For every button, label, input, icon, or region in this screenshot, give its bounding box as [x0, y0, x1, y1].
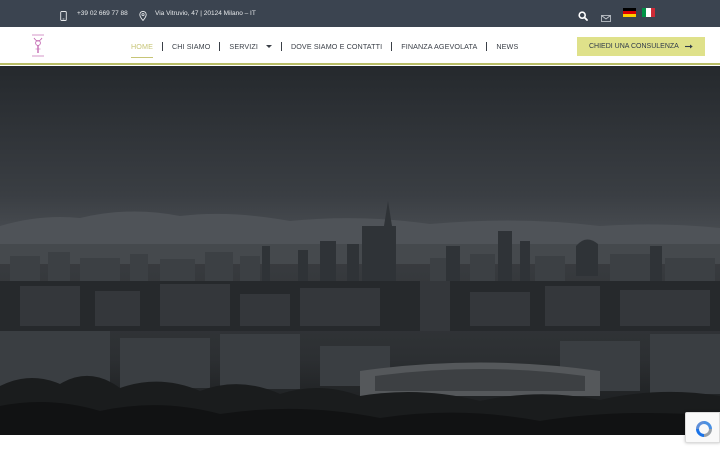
nav-servizi-label: SERVIZI [229, 41, 258, 51]
address-link[interactable]: Via Vitruvio, 47 | 20124 Milano – IT [155, 0, 256, 27]
nav-separator [486, 41, 488, 51]
top-bar: +39 02 669 77 88 Via Vitruvio, 47 | 2012… [0, 0, 720, 27]
phone-link[interactable]: +39 02 669 77 88 [77, 0, 128, 27]
main-header: HOME CHI SIAMO SERVIZI DOVE SIAMO E CONT… [0, 27, 720, 65]
milan-skyline-image [0, 66, 720, 435]
location-pin-icon [139, 8, 147, 26]
phone-icon [60, 8, 67, 26]
nav-news[interactable]: NEWS [496, 42, 518, 51]
nav-separator [161, 41, 163, 51]
search-icon[interactable] [578, 8, 588, 26]
recaptcha-badge[interactable] [685, 412, 720, 443]
logo-icon[interactable] [29, 32, 47, 59]
mail-icon[interactable] [601, 9, 611, 27]
nav-home[interactable]: HOME [131, 42, 153, 58]
flag-it-icon[interactable] [642, 8, 655, 17]
nav-dove-siamo[interactable]: DOVE SIAMO E CONTATTI [291, 42, 382, 51]
chevron-down-icon [265, 44, 272, 48]
hero-banner [0, 66, 720, 435]
consultation-button-label: CHIEDI UNA CONSULENZA [589, 43, 679, 50]
arrow-right-icon [685, 44, 693, 51]
consultation-button[interactable]: CHIEDI UNA CONSULENZA [577, 37, 705, 56]
nav-separator [280, 41, 282, 51]
nav-finanza-agevolata[interactable]: FINANZA AGEVOLATA [401, 42, 477, 51]
nav-separator [391, 41, 393, 51]
nav-separator [219, 41, 221, 51]
nav-servizi[interactable]: SERVIZI [229, 42, 272, 51]
nav-chi-siamo[interactable]: CHI SIAMO [172, 42, 210, 51]
main-nav: HOME CHI SIAMO SERVIZI DOVE SIAMO E CONT… [131, 27, 518, 65]
flag-de-icon[interactable] [623, 8, 636, 17]
recaptcha-icon [696, 421, 712, 437]
